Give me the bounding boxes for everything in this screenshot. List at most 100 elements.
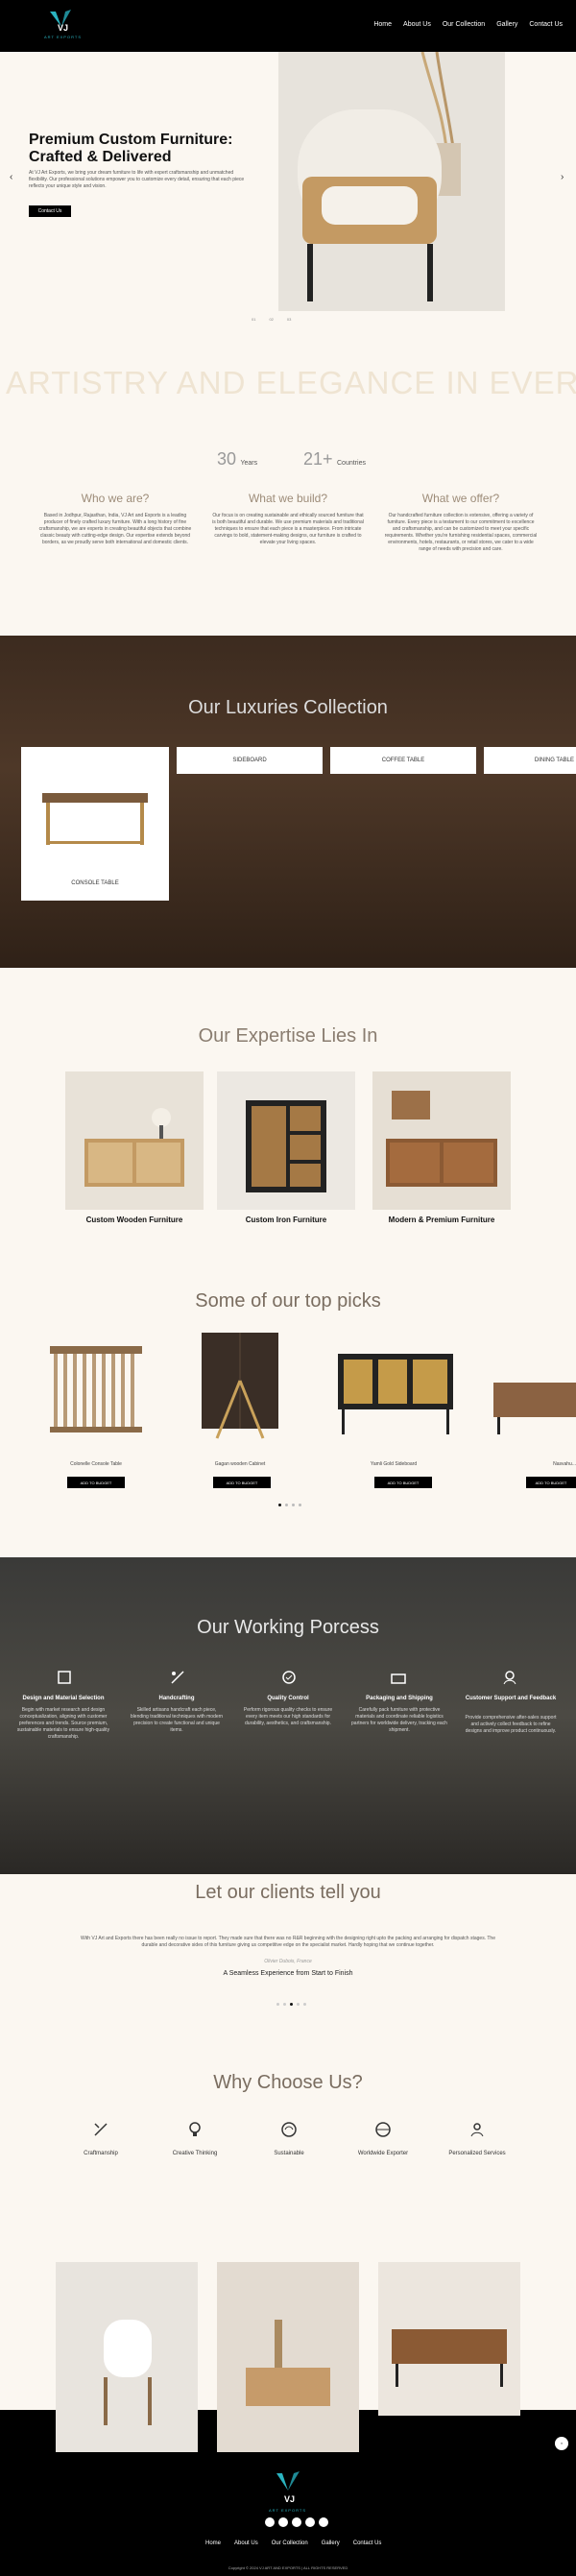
add-to-budget-button-2[interactable]: ADD TO BUDGET [213, 1477, 271, 1488]
footer-nav: Home About Us Our Collection Gallery Con… [205, 2540, 381, 2546]
testimonial-pagination [276, 2003, 306, 2006]
hero-chair-image [278, 51, 505, 311]
picks-dot[interactable] [292, 1504, 295, 1506]
hero-prev-arrow-icon[interactable]: ‹ [10, 173, 19, 182]
why-label-personalized: Personalized Services [448, 2151, 506, 2156]
why-label-craftsmanship: Craftmanship [84, 2151, 118, 2156]
footer-nav-about[interactable]: About Us [234, 2540, 258, 2546]
testimonials-title: Let our clients tell you [195, 1882, 381, 1903]
support-icon [501, 1669, 518, 1686]
step-text-shipping: Carefully pack furniture with protective… [351, 1707, 447, 1733]
slide-indicator-3[interactable]: 03 [287, 317, 291, 322]
footer-nav-home[interactable]: Home [205, 2540, 221, 2546]
creative-thinking-icon [185, 2120, 204, 2139]
picks-dot[interactable] [285, 1504, 288, 1506]
testimonial-headline: A Seamless Experience from Start to Fini… [223, 1970, 353, 1977]
linkedin-icon[interactable] [292, 2517, 301, 2527]
collection-label-dining: DINING TABLE [534, 758, 574, 763]
youtube-icon[interactable] [319, 2517, 328, 2527]
add-to-budget-button-1[interactable]: ADD TO BUDGET [67, 1477, 125, 1488]
testimonial-dot[interactable] [283, 2003, 286, 2006]
shipping-icon [390, 1669, 407, 1686]
chat-icon[interactable]: ◦ [555, 2437, 568, 2450]
footer-brand-name: VJ [284, 2494, 296, 2504]
testimonial-dot[interactable] [276, 2003, 279, 2006]
personalized-icon [468, 2120, 487, 2139]
facebook-icon[interactable] [265, 2517, 275, 2527]
nav-collection[interactable]: Our Collection [443, 21, 485, 28]
slide-indicator-2[interactable]: 02 [269, 317, 273, 322]
pick-label-partial: Nasvahu... [553, 1461, 576, 1467]
why-label-creative: Creative Thinking [172, 2151, 218, 2156]
collection-card-console[interactable]: CONSOLE TABLE [21, 747, 169, 901]
slide-indicator-1[interactable]: 01 [252, 317, 255, 322]
why-label-sustainable: Sustainable [274, 2151, 304, 2156]
step-title-support: Customer Support and Feedback [465, 1696, 557, 1701]
pick-image-cabinet [182, 1333, 298, 1448]
step-text-support: Provide comprehensive after-sales suppor… [465, 1715, 557, 1734]
footer-social-links [265, 2517, 328, 2527]
add-to-budget-button-4[interactable]: ADD TO BUDGET [526, 1477, 576, 1488]
hero-slide-indicators: 01 02 03 [252, 317, 291, 322]
stat-years-number: 30 [217, 449, 237, 469]
collection-title: Our Luxuries Collection [188, 697, 388, 718]
testimonial-dot-active[interactable] [290, 2003, 293, 2006]
pick-image-partial [490, 1363, 576, 1450]
expertise-label-wooden: Custom Wooden Furniture [85, 1216, 183, 1224]
picks-dot[interactable] [299, 1504, 301, 1506]
testimonial-author: Olivier Dubois, France [264, 1959, 312, 1964]
about-offer-title: What we offer? [421, 492, 500, 505]
marquee-text: ARTISTRY AND ELEGANCE IN EVERY [6, 365, 576, 400]
process-title: Our Working Porcess [197, 1617, 379, 1638]
whatsapp-icon[interactable] [305, 2517, 315, 2527]
nav-contact[interactable]: Contact Us [529, 21, 563, 28]
expertise-title: Our Expertise Lies In [198, 1025, 378, 1047]
step-title-quality: Quality Control [267, 1696, 309, 1701]
pick-label-sideboard: Yamli Gold Sideboard [370, 1461, 418, 1467]
footer-copyright: Copyright © 2024 VJ ART AND EXPORTS | AL… [228, 2565, 348, 2570]
step-text-design: Begin with market research and design co… [16, 1707, 110, 1740]
sustainable-icon [279, 2120, 299, 2139]
step-text-handcraft: Skilled artisans handcraft each piece, b… [130, 1707, 224, 1733]
nav-about[interactable]: About Us [403, 21, 431, 28]
hero-next-arrow-icon[interactable]: › [561, 173, 570, 182]
footer-nav-gallery[interactable]: Gallery [322, 2540, 340, 2546]
about-what-build-text: Our focus is on creating sustainable and… [212, 513, 364, 545]
about-who-title: Who we are? [81, 492, 150, 505]
collection-label-sideboard: SIDEBOARD [232, 758, 267, 763]
brand-subtitle: ART EXPORTS [44, 35, 83, 39]
picks-dot-active[interactable] [278, 1504, 281, 1506]
footer-image-chair [56, 2262, 198, 2452]
hero-description: At VJ Art Exports, we bring your dream f… [29, 170, 245, 189]
collection-card-sideboard[interactable]: SIDEBOARD [177, 747, 323, 774]
pick-image-sideboard [328, 1333, 463, 1448]
why-title: Why Choose Us? [213, 2072, 363, 2093]
design-icon [56, 1669, 73, 1686]
testimonial-dot[interactable] [303, 2003, 306, 2006]
stat-countries: 21+ Countries [303, 449, 366, 469]
testimonial-dot[interactable] [297, 2003, 300, 2006]
footer-nav-collection[interactable]: Our Collection [272, 2540, 308, 2546]
about-who-text: Based in Jodhpur, Rajasthan, India, VJ A… [38, 513, 192, 545]
step-text-quality: Perform rigorous quality checks to ensur… [243, 1707, 333, 1726]
instagram-icon[interactable] [278, 2517, 288, 2527]
collection-label-console: CONSOLE TABLE [71, 880, 119, 886]
collection-card-coffee[interactable]: COFFEE TABLE [330, 747, 476, 774]
add-to-budget-button-3[interactable]: ADD TO BUDGET [374, 1477, 432, 1488]
footer-nav-contact[interactable]: Contact Us [353, 2540, 382, 2546]
main-nav: Home About Us Our Collection Gallery Con… [373, 21, 563, 28]
craftsmanship-icon [91, 2120, 110, 2139]
footer-image-cabinet [217, 2262, 359, 2452]
quality-icon [280, 1669, 298, 1686]
collection-card-dining[interactable]: DINING TABLE [484, 747, 576, 774]
footer-brand-subtitle: ART EXPORTS [269, 2508, 307, 2513]
stat-years-label: Years [240, 460, 258, 467]
handcraft-icon [169, 1669, 186, 1686]
expertise-wooden-image [65, 1071, 204, 1210]
why-label-worldwide: Worldwide Exporter [357, 2151, 409, 2156]
step-title-design: Design and Material Selection [22, 1696, 105, 1701]
hero-contact-button[interactable]: Contact Us [29, 205, 71, 217]
nav-gallery[interactable]: Gallery [496, 21, 517, 28]
stat-years: 30 Years [217, 449, 257, 469]
nav-home[interactable]: Home [373, 21, 392, 28]
